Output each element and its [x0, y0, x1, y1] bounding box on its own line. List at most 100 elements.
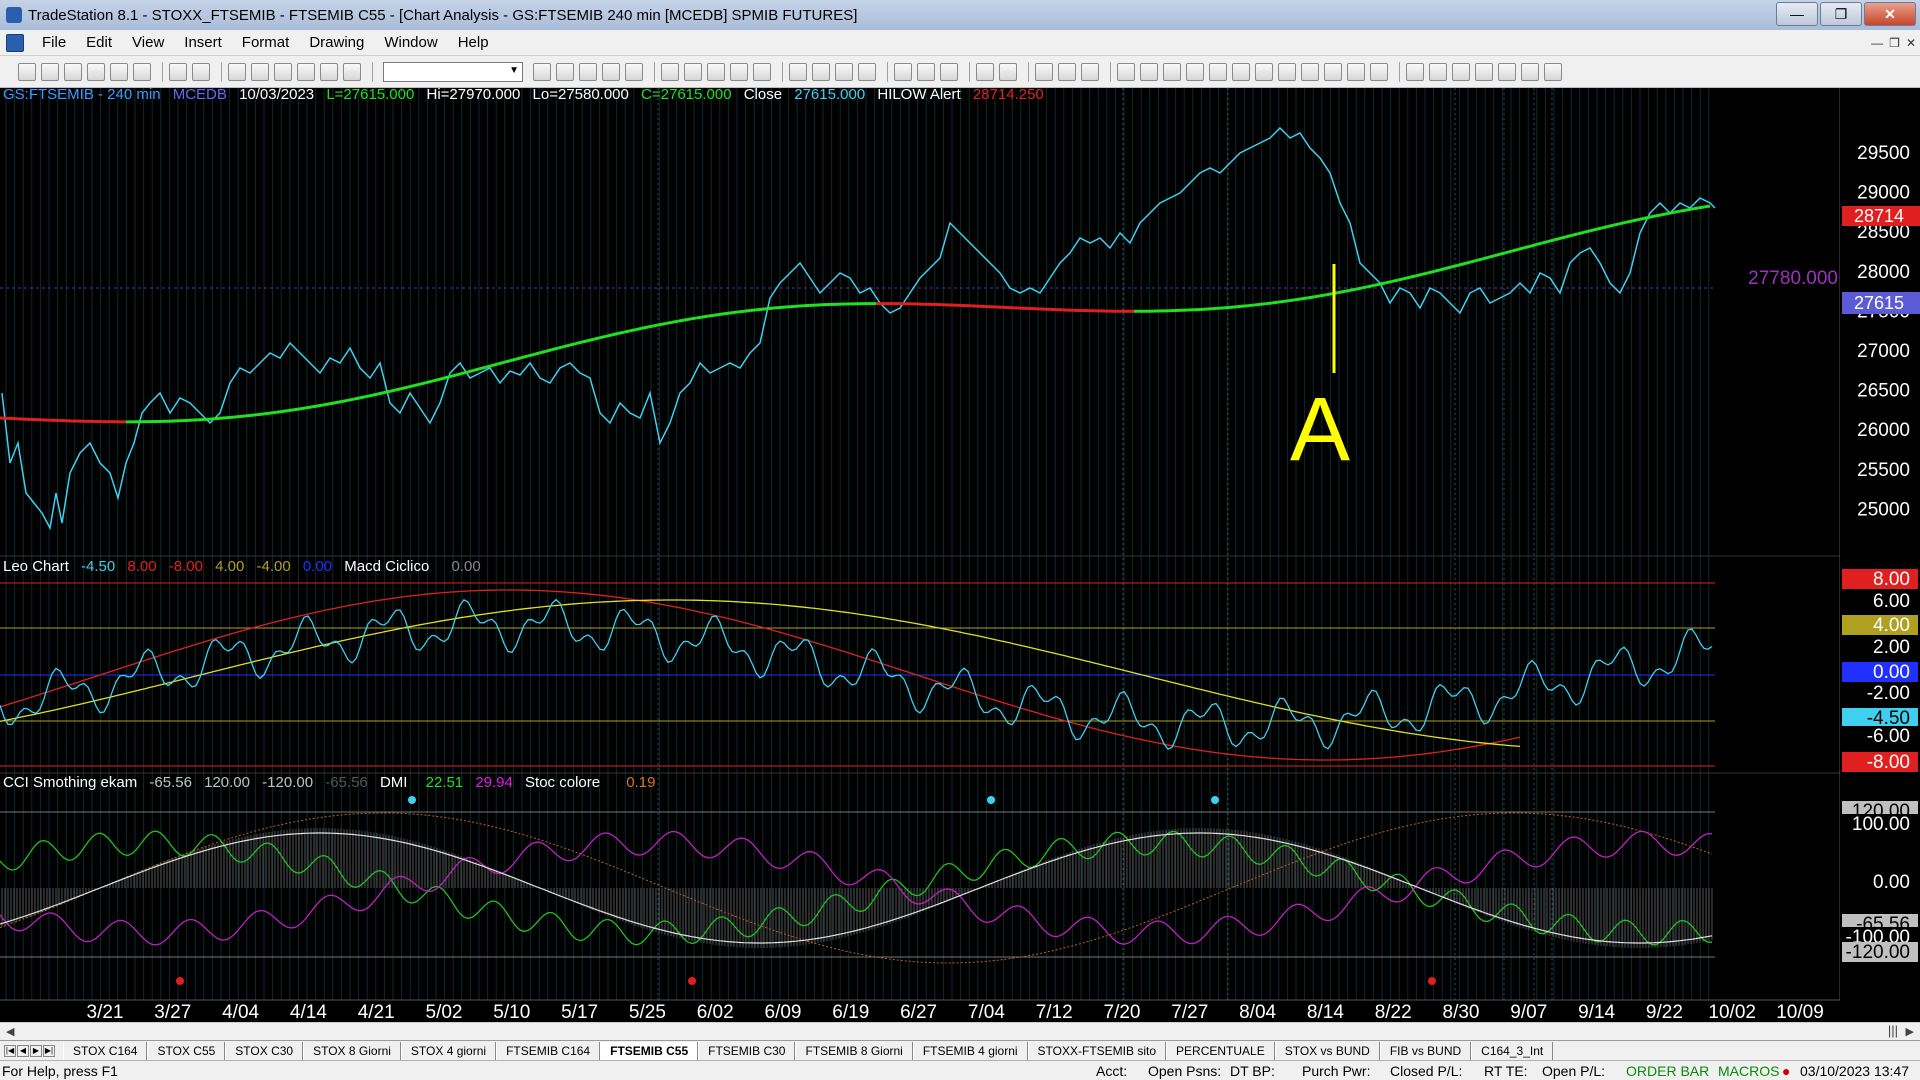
mdi-minimize-icon[interactable]: —	[1871, 36, 1883, 50]
tab-4[interactable]: STOX 4 giorni	[400, 1041, 497, 1060]
toolbar-button-20[interactable]	[684, 62, 702, 81]
tab-next-icon[interactable]: ▶	[30, 1044, 42, 1057]
horizontal-scrollbar[interactable]: ◀ ||| ▶	[0, 1022, 1920, 1040]
toolbar-button-27[interactable]	[858, 62, 876, 81]
toolbar-button-45[interactable]	[1324, 62, 1342, 81]
toolbar-button-42[interactable]	[1255, 62, 1273, 81]
toolbar-button-25[interactable]	[812, 62, 830, 81]
tab-first-icon[interactable]: |◀	[4, 1044, 16, 1057]
tab-13[interactable]: FIB vs BUND	[1379, 1041, 1472, 1060]
toolbar-button-28[interactable]	[894, 62, 912, 81]
toolbar-button-44[interactable]	[1301, 62, 1319, 81]
toolbar-button-51[interactable]	[1475, 62, 1493, 81]
toolbar-button-49[interactable]	[1429, 62, 1447, 81]
mdi-close-icon[interactable]: ✕	[1906, 36, 1916, 50]
toolbar-button-39[interactable]	[1186, 62, 1204, 81]
toolbar-button-41[interactable]	[1232, 62, 1250, 81]
toolbar-button-5[interactable]	[133, 62, 151, 81]
toolbar-button-48[interactable]	[1406, 62, 1424, 81]
toolbar-button-29[interactable]	[917, 62, 935, 81]
toolbar-button-11[interactable]	[297, 62, 315, 81]
toolbar-button-43[interactable]	[1278, 62, 1296, 81]
close-button[interactable]: ✕	[1864, 2, 1916, 26]
toolbar-button-31[interactable]	[976, 62, 994, 81]
menu-drawing[interactable]: Drawing	[299, 34, 374, 51]
tab-5[interactable]: FTSEMIB C164	[496, 1041, 601, 1060]
menu-help[interactable]: Help	[448, 34, 499, 51]
toolbar-button-9[interactable]	[251, 62, 269, 81]
menu-view[interactable]: View	[122, 34, 174, 51]
macros-button[interactable]: MACROS	[1718, 1063, 1779, 1079]
toolbar-button-37[interactable]	[1140, 62, 1158, 81]
toolbar-button-2[interactable]	[64, 62, 82, 81]
scroll-grip-icon[interactable]: |||	[1888, 1023, 1898, 1038]
tab-11[interactable]: PERCENTUALE	[1166, 1041, 1275, 1060]
tab-10[interactable]: STOXX-FTSEMIB sito	[1027, 1041, 1167, 1060]
maximize-button[interactable]: ❐	[1820, 2, 1862, 26]
mdi-restore-icon[interactable]: ❐	[1889, 36, 1900, 50]
toolbar-button-14[interactable]	[533, 62, 551, 81]
chart-svg[interactable]: 2950029000285002800027500270002650026000…	[0, 88, 1920, 1022]
tab-2[interactable]: STOX C30	[225, 1041, 304, 1060]
toolbar-button-4[interactable]	[110, 62, 128, 81]
toolbar-button-53[interactable]	[1521, 62, 1539, 81]
toolbar-button-47[interactable]	[1370, 62, 1388, 81]
toolbar-button-32[interactable]	[999, 62, 1017, 81]
toolbar-button-8[interactable]	[228, 62, 246, 81]
toolbar-button-35[interactable]	[1081, 62, 1099, 81]
menu-window[interactable]: Window	[374, 34, 447, 51]
document-icon[interactable]	[6, 33, 24, 52]
toolbar-button-24[interactable]	[789, 62, 807, 81]
menu-edit[interactable]: Edit	[76, 34, 122, 51]
tab-14[interactable]: C164_3_Int	[1471, 1041, 1554, 1060]
toolbar-button-7[interactable]	[192, 62, 210, 81]
scroll-right-icon[interactable]: ▶	[1906, 1025, 1914, 1038]
toolbar-button-23[interactable]	[753, 62, 771, 81]
toolbar-button-17[interactable]	[602, 62, 620, 81]
tab-3[interactable]: STOX 8 Giorni	[303, 1041, 401, 1060]
toolbar-button-3[interactable]	[87, 62, 105, 81]
toolbar-button-19[interactable]	[661, 62, 679, 81]
toolbar-button-22[interactable]	[730, 62, 748, 81]
tab-prev-icon[interactable]: ◀	[17, 1044, 29, 1057]
x-axis-tick: 6/27	[900, 1002, 937, 1022]
tab-8[interactable]: FTSEMIB 8 Giorni	[795, 1041, 913, 1060]
menu-file[interactable]: File	[32, 34, 76, 51]
toolbar-button-18[interactable]	[625, 62, 643, 81]
toolbar-button-33[interactable]	[1035, 62, 1053, 81]
order-bar-button[interactable]: ORDER BAR	[1626, 1063, 1709, 1079]
toolbar-button-26[interactable]	[835, 62, 853, 81]
toolbar-button-34[interactable]	[1058, 62, 1076, 81]
menu-insert[interactable]: Insert	[174, 34, 232, 51]
tab-0[interactable]: STOX C164	[63, 1041, 148, 1060]
symbol-dropdown[interactable]	[383, 61, 523, 82]
tab-7[interactable]: FTSEMIB C30	[698, 1041, 796, 1060]
minimize-button[interactable]: —	[1776, 2, 1818, 26]
tab-12[interactable]: STOX vs BUND	[1274, 1041, 1380, 1060]
toolbar-button-16[interactable]	[579, 62, 597, 81]
toolbar-button-1[interactable]	[41, 62, 59, 81]
tab-1[interactable]: STOX C55	[147, 1041, 226, 1060]
toolbar-button-0[interactable]	[18, 62, 36, 81]
toolbar-button-6[interactable]	[169, 62, 187, 81]
menu-format[interactable]: Format	[232, 34, 300, 51]
tab-last-icon[interactable]: ▶|	[43, 1044, 55, 1057]
chart-area[interactable]: 2950029000285002800027500270002650026000…	[0, 86, 1920, 1022]
tab-6[interactable]: FTSEMIB C55	[600, 1041, 699, 1060]
toolbar-button-46[interactable]	[1347, 62, 1365, 81]
toolbar-button-13[interactable]	[343, 62, 361, 81]
toolbar-button-54[interactable]	[1544, 62, 1562, 81]
toolbar-button-10[interactable]	[274, 62, 292, 81]
toolbar-button-38[interactable]	[1163, 62, 1181, 81]
toolbar-button-21[interactable]	[707, 62, 725, 81]
tab-9[interactable]: FTSEMIB 4 giorni	[912, 1041, 1028, 1060]
toolbar-button-50[interactable]	[1452, 62, 1470, 81]
toolbar-button-15[interactable]	[556, 62, 574, 81]
toolbar-button-52[interactable]	[1498, 62, 1516, 81]
toolbar-button-12[interactable]	[320, 62, 338, 81]
toolbar-button-40[interactable]	[1209, 62, 1227, 81]
toolbar-button-36[interactable]	[1117, 62, 1135, 81]
moving-average-segment	[1577, 230, 1585, 236]
toolbar-button-30[interactable]	[940, 62, 958, 81]
scroll-left-icon[interactable]: ◀	[6, 1025, 14, 1038]
